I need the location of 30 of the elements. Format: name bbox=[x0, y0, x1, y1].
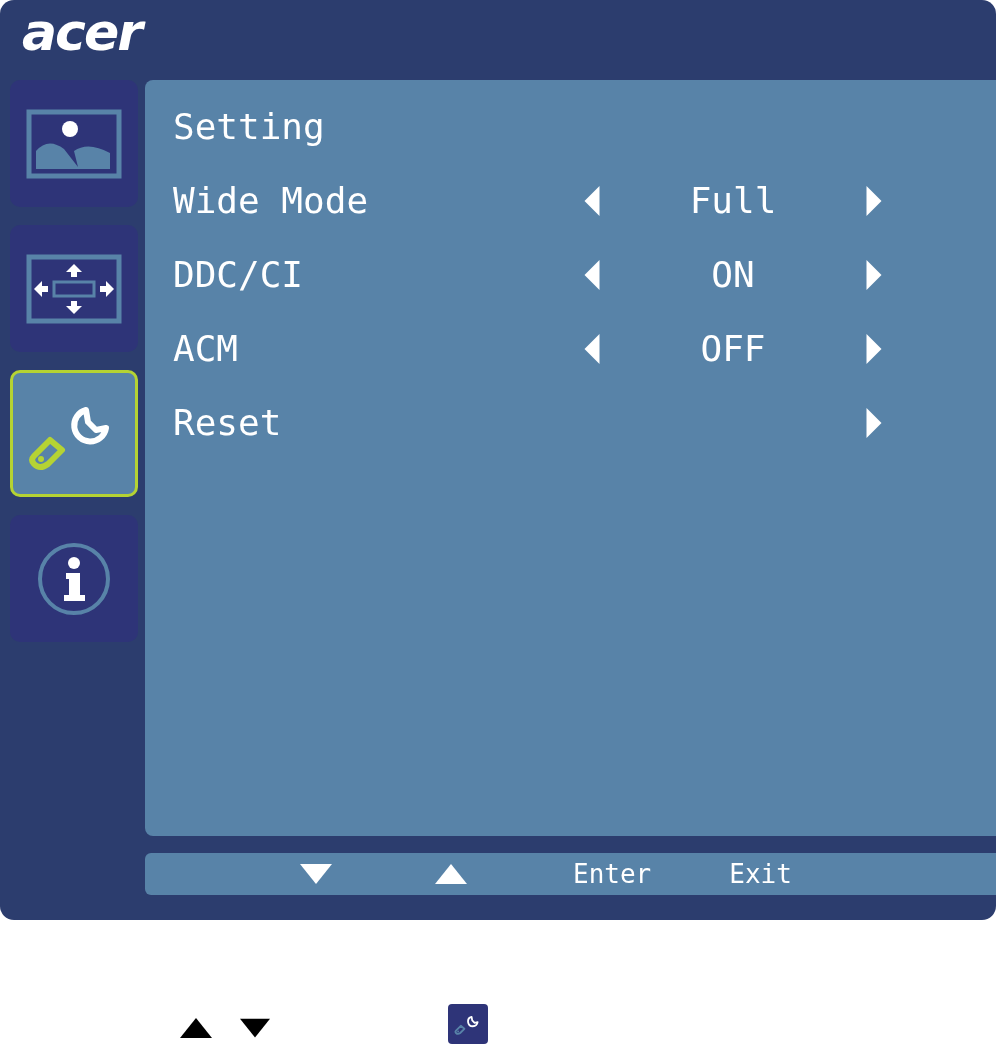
key-label: Exit bbox=[729, 861, 792, 887]
setting-label: Reset bbox=[173, 401, 283, 445]
menu-row[interactable]: Wide Mode Full bbox=[173, 176, 996, 226]
left-arrow-icon bbox=[583, 260, 601, 290]
menu-title: Setting bbox=[173, 105, 326, 149]
left-arrow-icon bbox=[583, 186, 601, 216]
setting-value: OFF bbox=[699, 327, 767, 371]
up-arrow-icon bbox=[180, 1016, 212, 1040]
menu-row[interactable]: DDC/CI ON bbox=[173, 250, 996, 300]
key-label: Enter bbox=[573, 861, 652, 887]
right-arrow-icon bbox=[865, 408, 883, 438]
up-arrow-icon bbox=[435, 864, 467, 884]
setting-value: Full bbox=[688, 179, 778, 223]
setting-label: Wide Mode bbox=[173, 179, 370, 223]
left-arrow-icon bbox=[583, 334, 601, 364]
down-arrow-icon bbox=[300, 864, 332, 884]
display-position-icon bbox=[26, 253, 122, 324]
setting-label: ACM bbox=[173, 327, 240, 371]
menu-row[interactable]: ACM OFF bbox=[173, 324, 996, 374]
setting-label: DDC/CI bbox=[173, 253, 305, 297]
menu-tab[interactable] bbox=[10, 225, 138, 352]
info-icon bbox=[36, 540, 112, 617]
down-arrow-icon bbox=[240, 1016, 270, 1040]
menu-row[interactable]: Reset bbox=[173, 398, 996, 448]
right-arrow-icon bbox=[865, 334, 883, 364]
menu-tab[interactable] bbox=[10, 515, 138, 642]
setting-value: ON bbox=[710, 253, 756, 297]
right-arrow-icon bbox=[865, 186, 883, 216]
right-arrow-icon bbox=[865, 260, 883, 290]
image-icon bbox=[26, 108, 122, 179]
